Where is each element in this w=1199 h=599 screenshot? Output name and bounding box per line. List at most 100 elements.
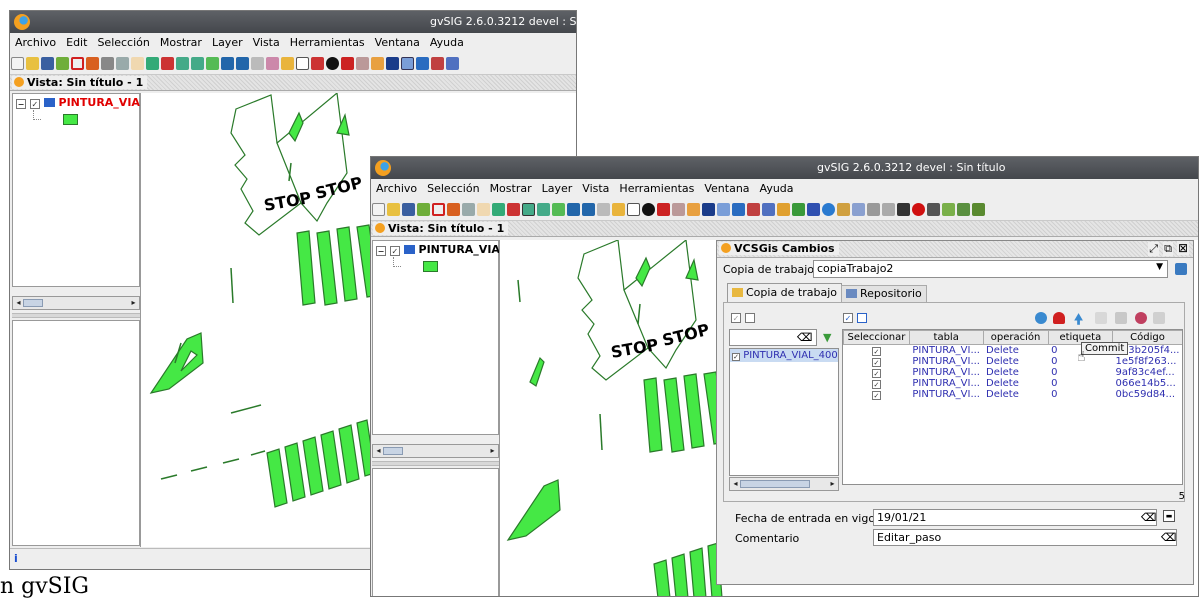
- menu-layer[interactable]: Layer: [207, 33, 248, 49]
- menu-vista[interactable]: Vista: [248, 33, 285, 49]
- tools-icon[interactable]: [927, 203, 940, 216]
- menu-seleccion[interactable]: Selección: [92, 33, 154, 49]
- measure-icon[interactable]: [657, 203, 670, 216]
- menu-archivo[interactable]: Archivo: [10, 33, 61, 49]
- left-check-all-checkbox[interactable]: ✓: [731, 313, 741, 323]
- calendar-icon[interactable]: ▬: [1163, 510, 1175, 522]
- comment-input[interactable]: Editar_paso: [873, 529, 1177, 546]
- back-toc-scrollbar[interactable]: ◂ ▸: [12, 296, 140, 310]
- layer-props-icon[interactable]: [612, 203, 625, 216]
- zoom-in-icon[interactable]: [176, 57, 189, 70]
- select-arrow-icon[interactable]: [702, 203, 715, 216]
- invert-selection-icon[interactable]: [792, 203, 805, 216]
- menu-edit[interactable]: Edit: [61, 33, 92, 49]
- locator-icon[interactable]: [266, 57, 279, 70]
- table-row[interactable]: ✓ PINTURA_VI... Delete 0 1e5f8f263...: [844, 356, 1183, 367]
- scroll-right-icon[interactable]: ▸: [487, 445, 498, 457]
- front-toc-splitter[interactable]: [372, 461, 499, 466]
- scroll-thumb[interactable]: [383, 447, 403, 455]
- zoom-next-icon[interactable]: [236, 57, 249, 70]
- select-circle-icon[interactable]: [762, 203, 775, 216]
- row-select-checkbox[interactable]: ✓: [871, 380, 881, 389]
- layer-add-icon[interactable]: [417, 203, 430, 216]
- select-rect-icon[interactable]: [717, 203, 730, 216]
- vcs-add-icon[interactable]: [942, 203, 955, 216]
- select-line-icon[interactable]: [747, 203, 760, 216]
- info-status-icon[interactable]: i: [14, 552, 18, 565]
- select-rect-icon[interactable]: [401, 57, 414, 70]
- col-seleccionar[interactable]: Seleccionar: [843, 330, 910, 345]
- col-operacion[interactable]: operación: [982, 330, 1049, 345]
- open-icon[interactable]: [387, 203, 400, 216]
- col-tabla[interactable]: tabla: [908, 330, 984, 345]
- show-diff-icon[interactable]: [1153, 312, 1165, 324]
- clear-selection-icon[interactable]: [1135, 312, 1147, 324]
- zoom-prev-icon[interactable]: [221, 57, 234, 70]
- scroll-right-icon[interactable]: ▸: [827, 478, 838, 490]
- new-icon[interactable]: [372, 203, 385, 216]
- zoom-row-icon[interactable]: [1095, 312, 1107, 324]
- menu-herramientas[interactable]: Herramientas: [285, 33, 370, 49]
- clear-filter-icon[interactable]: ⌫: [797, 331, 813, 344]
- vcs-update-icon[interactable]: [972, 203, 985, 216]
- plugin-icon[interactable]: [837, 203, 850, 216]
- database-icon[interactable]: [1175, 263, 1187, 275]
- tab-copia-de-trabajo[interactable]: Copia de trabajo: [727, 283, 843, 302]
- row-select-checkbox[interactable]: ✓: [871, 358, 881, 367]
- front-layer-row[interactable]: − ✓ PINTURA_VIAL: [376, 243, 507, 256]
- pan-hand-icon[interactable]: [477, 203, 490, 216]
- menu-ayuda[interactable]: Ayuda: [755, 179, 799, 195]
- new-icon[interactable]: [11, 57, 24, 70]
- back-layer-row[interactable]: − ✓ PINTURA_VIAL: [16, 96, 147, 109]
- info-icon[interactable]: [642, 203, 655, 216]
- layer-add-icon[interactable]: [56, 57, 69, 70]
- filter-icon[interactable]: [807, 203, 820, 216]
- back-view-titlebar[interactable]: Vista: Sin título - 1: [10, 75, 576, 91]
- zoom-select2-icon[interactable]: [251, 57, 264, 70]
- export-icon[interactable]: [86, 57, 99, 70]
- menu-ventana[interactable]: Ventana: [370, 33, 425, 49]
- menu-mostrar[interactable]: Mostrar: [485, 179, 537, 195]
- open-icon[interactable]: [26, 57, 39, 70]
- date-input[interactable]: 19/01/21: [873, 509, 1157, 526]
- measure-icon[interactable]: [341, 57, 354, 70]
- scroll-thumb[interactable]: [23, 299, 43, 307]
- zoom-out-icon[interactable]: [191, 57, 204, 70]
- menu-ventana[interactable]: Ventana: [699, 179, 754, 195]
- refresh-icon[interactable]: [1035, 312, 1047, 324]
- rectangle-icon[interactable]: [71, 57, 84, 70]
- grid-icon[interactable]: [311, 57, 324, 70]
- rows-uncheck-all-checkbox[interactable]: [857, 313, 867, 323]
- back-toc[interactable]: − ✓ PINTURA_VIAL: [12, 93, 147, 287]
- select-poly-icon[interactable]: [416, 57, 429, 70]
- zoom-prev-icon[interactable]: [567, 203, 580, 216]
- zoom-extent-icon[interactable]: [161, 57, 174, 70]
- working-copy-select[interactable]: copiaTrabajo2 ▼: [813, 260, 1168, 278]
- tree-collapse-icon[interactable]: −: [376, 246, 386, 256]
- table-list-item-checkbox[interactable]: ✓: [732, 353, 740, 361]
- tree-collapse-icon[interactable]: −: [16, 99, 26, 109]
- binoculars-icon[interactable]: [897, 203, 910, 216]
- front-toc[interactable]: − ✓ PINTURA_VIAL: [372, 240, 507, 435]
- menu-herramientas[interactable]: Herramientas: [614, 179, 699, 195]
- close-icon[interactable]: ⊠: [1176, 241, 1189, 255]
- scroll-right-icon[interactable]: ▸: [128, 297, 139, 309]
- draw-icon[interactable]: [371, 57, 384, 70]
- select-line-icon[interactable]: [431, 57, 444, 70]
- row-select-checkbox[interactable]: ✓: [871, 347, 881, 356]
- front-window-titlebar[interactable]: gvSIG 2.6.0.3212 devel : Sin título: [371, 157, 1198, 179]
- clear-comment-icon[interactable]: ⌫: [1161, 531, 1177, 544]
- vcs-commit-icon[interactable]: [957, 203, 970, 216]
- zoom-full-icon[interactable]: [146, 57, 159, 70]
- detach-icon[interactable]: ⧉: [1163, 242, 1173, 256]
- menu-ayuda[interactable]: Ayuda: [425, 33, 469, 49]
- vcsgis-panel-titlebar[interactable]: VCSGis Cambios ⤢ ⧉ ⊠: [717, 241, 1193, 258]
- center-row-icon[interactable]: [1115, 312, 1127, 324]
- row-select-checkbox[interactable]: ✓: [871, 391, 881, 400]
- zoom-select2-icon[interactable]: [597, 203, 610, 216]
- stop-icon[interactable]: [912, 203, 925, 216]
- edit-icon[interactable]: [852, 203, 865, 216]
- table-row[interactable]: ✓ PINTURA_VI... Delete 0 066e14b5...: [844, 378, 1183, 389]
- menu-vista[interactable]: Vista: [577, 179, 614, 195]
- area-icon[interactable]: [672, 203, 685, 216]
